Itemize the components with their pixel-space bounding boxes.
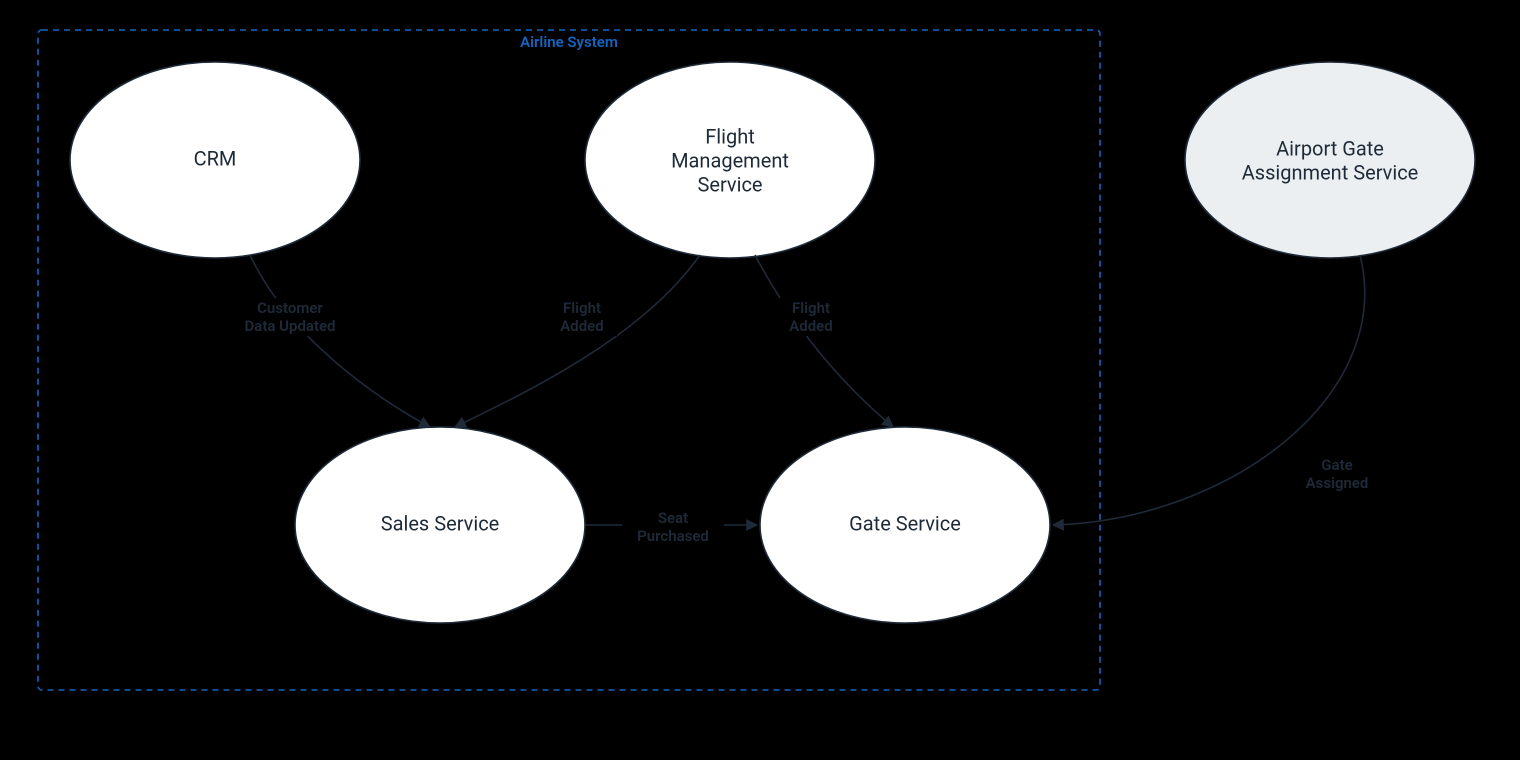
node-airport-gate: Airport Gate Assignment Service [1185, 62, 1475, 258]
edge-crm-sales-line2: Data Updated [245, 317, 336, 335]
node-sales: Sales Service [295, 427, 585, 623]
node-flight-mgmt: Flight Management Service [585, 62, 875, 258]
edge-fm-sales-line2: Added [560, 317, 603, 335]
edge-fm-sales: Flight Added [455, 255, 700, 427]
airline-system-title: Airline System [520, 33, 618, 51]
node-flight-mgmt-line1: Flight [705, 124, 755, 148]
node-crm: CRM [70, 62, 360, 258]
node-flight-mgmt-line2: Management [671, 148, 789, 172]
node-gate: Gate Service [760, 427, 1050, 623]
edge-fm-gate-line1: Flight [792, 299, 830, 317]
node-sales-label: Sales Service [381, 511, 500, 535]
edge-crm-sales: Customer Data Updated [226, 255, 430, 427]
edge-fm-gate-line2: Added [789, 317, 832, 335]
edge-sales-gate-line1: Seat [658, 509, 688, 527]
edge-airport-gate-line1: Gate [1321, 456, 1352, 474]
edge-sales-gate-line2: Purchased [637, 527, 709, 545]
node-crm-label: CRM [194, 146, 237, 170]
edge-fm-gate: Flight Added [755, 255, 893, 427]
diagram-canvas: Airline System CRM Flight Management Ser… [0, 0, 1520, 760]
edge-airport-gate-line2: Assigned [1306, 474, 1369, 492]
node-gate-label: Gate Service [849, 511, 961, 535]
edge-sales-gate: Seat Purchased [585, 508, 757, 546]
edge-fm-sales-line1: Flight [563, 299, 601, 317]
edge-airport-gate: Gate Assigned [1053, 255, 1385, 525]
edge-crm-sales-line1: Customer [257, 299, 323, 317]
node-airport-gate-line1: Airport Gate [1276, 136, 1384, 160]
node-flight-mgmt-line3: Service [697, 172, 762, 196]
node-airport-gate-line2: Assignment Service [1242, 160, 1419, 184]
